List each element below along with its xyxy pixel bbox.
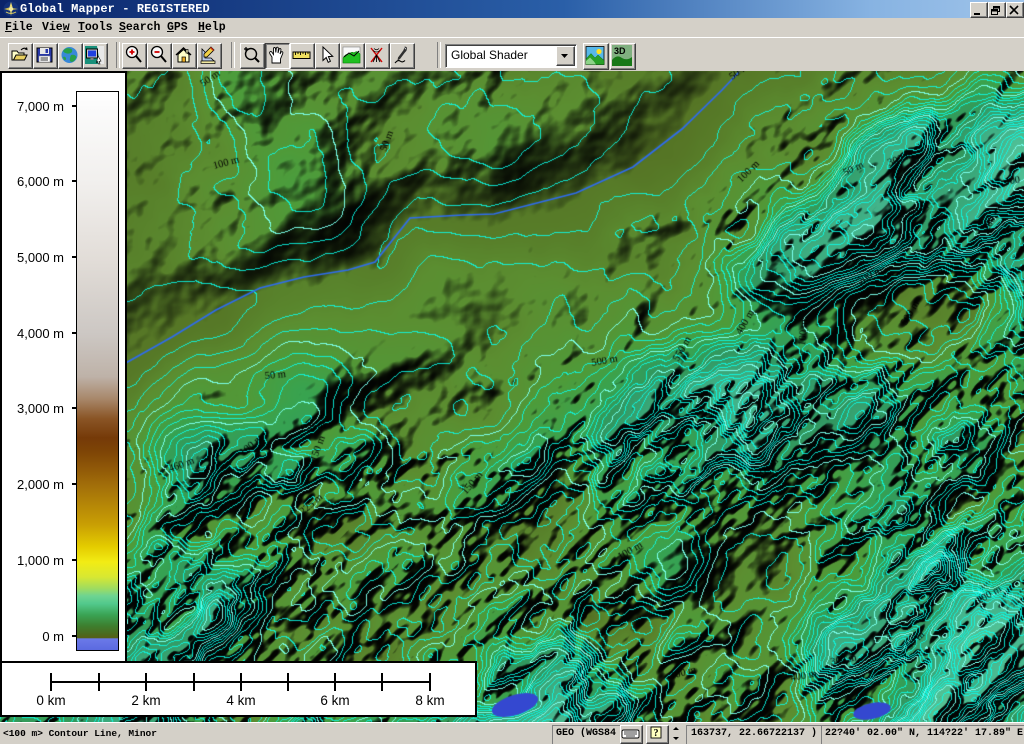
svg-text:3D: 3D bbox=[614, 46, 626, 56]
svg-text:?: ? bbox=[654, 728, 659, 739]
